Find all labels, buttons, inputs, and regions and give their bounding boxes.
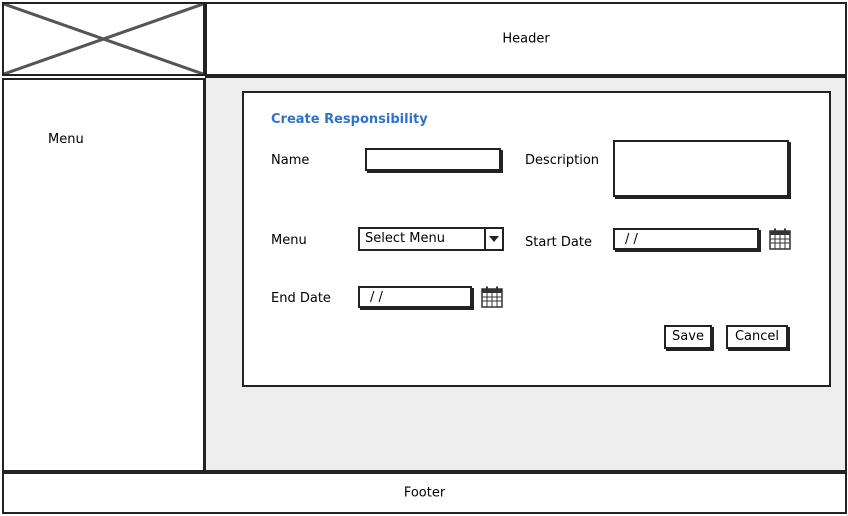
sidebar: Menu [2,78,205,472]
name-label: Name [271,153,310,168]
menu-label: Menu [271,233,307,248]
start-date-label: Start Date [525,235,592,250]
end-date-input[interactable]: / / [358,286,472,308]
image-placeholder-icon [4,4,203,74]
description-label: Description [525,153,600,168]
cancel-button[interactable]: Cancel [726,325,788,349]
start-date-input[interactable]: / / [613,228,759,250]
name-input[interactable] [365,148,501,171]
footer: Footer [2,472,847,514]
save-button[interactable]: Save [664,325,712,349]
header-label: Header [502,31,550,47]
create-responsibility-form: Create Responsibility Name Description M… [242,91,831,387]
start-date-value: / / [625,232,638,247]
end-date-label: End Date [271,291,331,306]
footer-label: Footer [403,485,446,501]
calendar-icon[interactable] [769,228,791,250]
header: Header [205,2,847,76]
menu-select[interactable]: Select Menu [358,227,504,251]
chevron-down-icon[interactable] [484,229,502,249]
logo-placeholder [2,2,205,76]
form-title: Create Responsibility [271,112,428,127]
description-textarea[interactable] [613,140,789,197]
sidebar-menu-label[interactable]: Menu [48,132,84,147]
end-date-value: / / [370,290,383,305]
calendar-icon[interactable] [481,286,503,308]
main-content: Create Responsibility Name Description M… [205,76,847,472]
menu-select-value: Select Menu [365,231,445,246]
